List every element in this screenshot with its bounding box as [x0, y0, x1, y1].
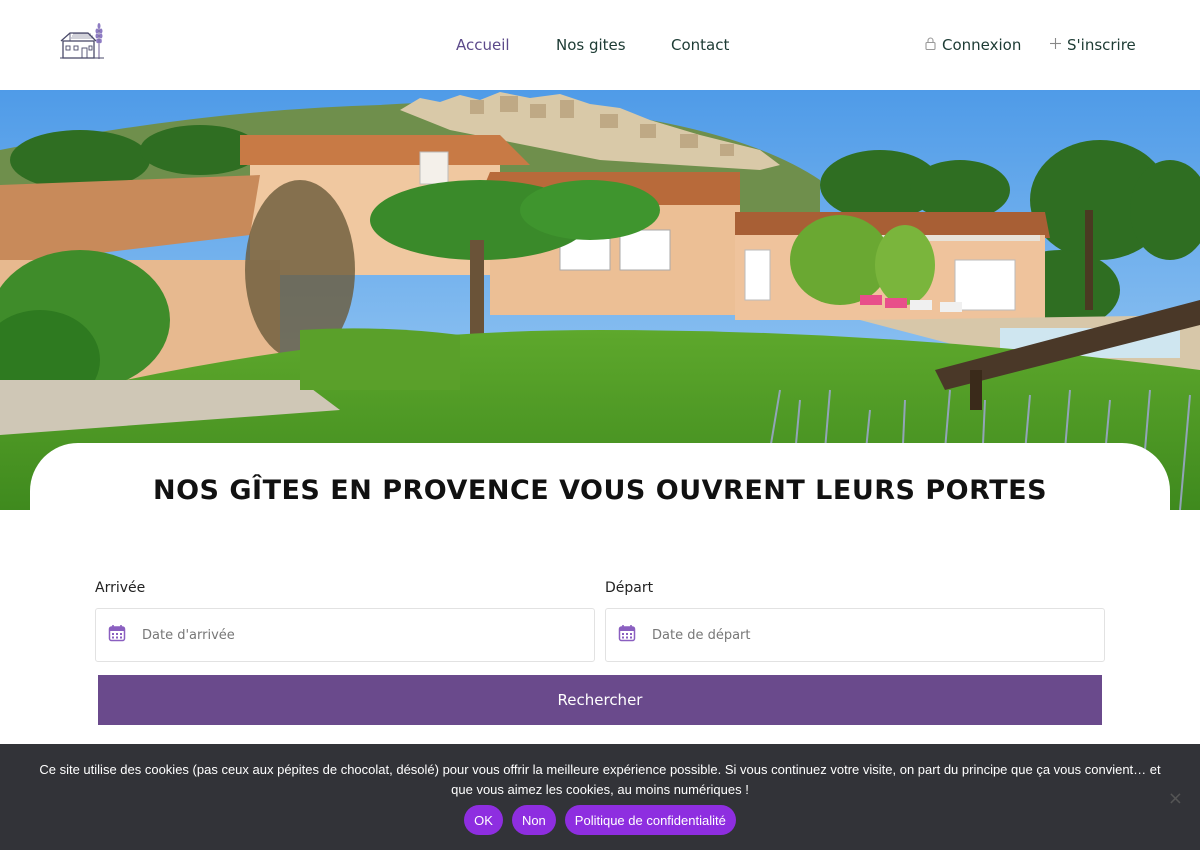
cookie-banner: Ce site utilise des cookies (pas ceux au…: [0, 744, 1200, 850]
cookie-message: Ce site utilise des cookies (pas ceux au…: [39, 762, 1161, 797]
page-title: NOS GÎTES EN PROVENCE VOUS OUVRENT LEURS…: [152, 475, 1048, 506]
nav-item-contact[interactable]: Contact: [671, 36, 729, 54]
lock-icon: [925, 36, 936, 54]
login-label: Connexion: [942, 36, 1022, 54]
close-icon[interactable]: ×: [1168, 788, 1183, 809]
cookie-ok-button[interactable]: OK: [464, 805, 503, 835]
nav-item-accueil[interactable]: Accueil: [456, 36, 510, 54]
departure-field[interactable]: [605, 608, 1105, 662]
search-button[interactable]: Rechercher: [98, 675, 1102, 725]
calendar-icon: [606, 624, 652, 646]
signup-label: S'inscrire: [1067, 36, 1136, 54]
login-link[interactable]: Connexion: [925, 36, 1021, 54]
arrival-date-input[interactable]: [142, 627, 562, 643]
cookie-actions: OK Non Politique de confidentialité: [0, 805, 1200, 835]
site-header: Accueil Nos gites Contact Connexion S'in…: [0, 0, 1200, 90]
departure-date-input[interactable]: [652, 627, 1072, 643]
plus-icon: [1050, 37, 1061, 53]
signup-link[interactable]: S'inscrire: [1050, 36, 1136, 54]
privacy-policy-button[interactable]: Politique de confidentialité: [564, 805, 736, 835]
arrival-field[interactable]: [95, 608, 595, 662]
house-lavender-logo-icon[interactable]: [58, 20, 106, 62]
arrival-label: Arrivée: [95, 580, 146, 596]
calendar-icon: [96, 624, 142, 646]
departure-label: Départ: [605, 580, 654, 596]
cookie-no-button[interactable]: Non: [511, 805, 556, 835]
nav-item-nos-gites[interactable]: Nos gites: [556, 36, 626, 54]
